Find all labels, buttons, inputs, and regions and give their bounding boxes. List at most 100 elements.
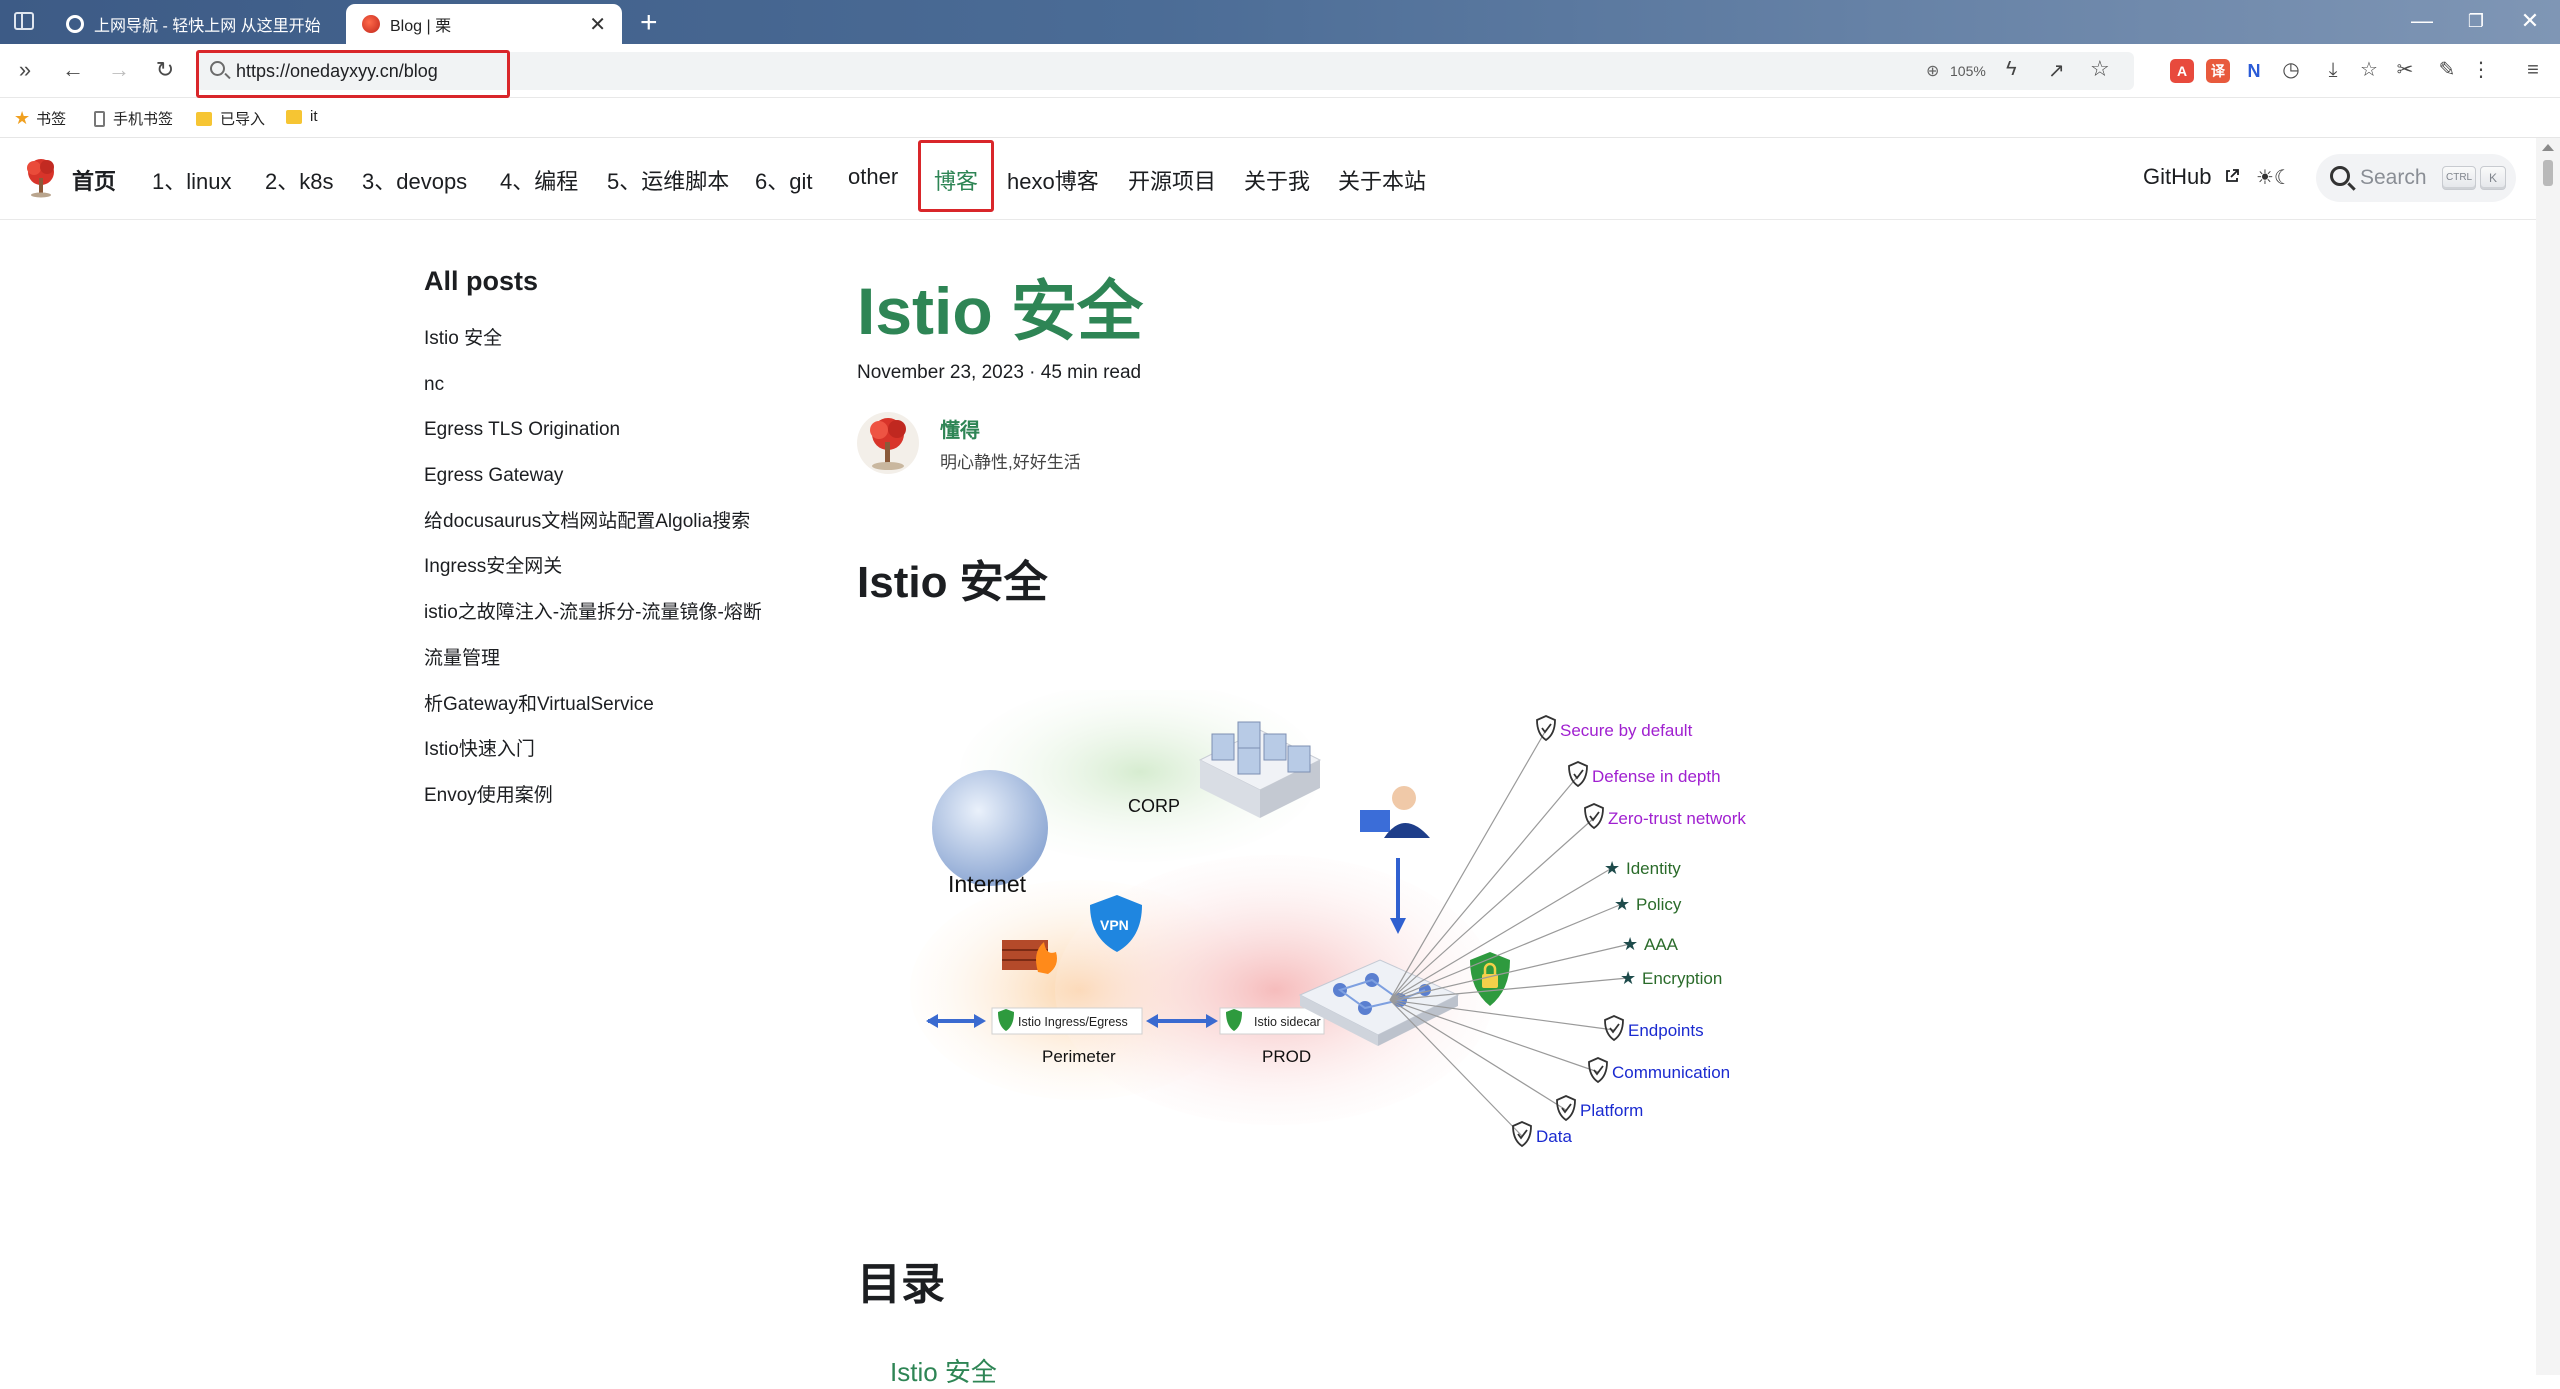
diagram-feature-label: Communication — [1612, 1063, 1730, 1082]
post-link[interactable]: Ingress安全网关 — [424, 554, 762, 600]
n-extension-icon[interactable]: N — [2242, 59, 2266, 83]
translate-extension-icon[interactable]: 译 — [2206, 59, 2230, 83]
share-icon[interactable]: ↗ — [2048, 58, 2065, 83]
nav-item-linux[interactable]: 1、linux — [152, 164, 231, 196]
search-button[interactable]: Search CTRL K — [2316, 154, 2516, 202]
post-link[interactable]: 给docusaurus文档网站配置Algolia搜索 — [424, 509, 762, 555]
history-icon[interactable]: ◷ — [2276, 56, 2306, 84]
author-bio: 明心静性,好好生活 — [940, 453, 1081, 472]
favorites-icon[interactable]: ☆ — [2354, 56, 2384, 84]
back-icon[interactable]: ← — [58, 56, 88, 84]
search-icon — [2330, 166, 2350, 186]
search-placeholder: Search — [2360, 166, 2427, 189]
browser-tab-bar: 上网导航 - 轻快上网 从这里开始 Blog | 栗 ✕ + — ❐ ✕ — [0, 0, 2560, 44]
post-link[interactable]: 析Gateway和VirtualService — [424, 692, 762, 738]
nav-item-other[interactable]: other — [848, 164, 898, 190]
section-heading: Istio 安全 — [857, 558, 1048, 607]
github-link[interactable]: GitHub — [2143, 164, 2211, 190]
post-title[interactable]: Istio 安全 — [857, 258, 1143, 354]
nav-item-ops-scripts[interactable]: 5、运维脚本 — [607, 164, 729, 196]
post-meta: November 23, 2023 · 45 min read — [857, 362, 1142, 383]
principle-check-icon — [1536, 715, 1556, 742]
page-scrollbar[interactable] — [2536, 138, 2560, 1375]
browser-tab-inactive[interactable]: 上网导航 - 轻快上网 从这里开始 — [50, 4, 344, 44]
post-link[interactable]: Envoy使用案例 — [424, 783, 762, 829]
tab-title: 上网导航 - 轻快上网 从这里开始 — [94, 18, 321, 35]
nav-item-open-source[interactable]: 开源项目 — [1128, 164, 1216, 196]
diagram-feature-label: Policy — [1636, 895, 1682, 914]
diagram-feature-label: Data — [1536, 1127, 1572, 1146]
menu-icon[interactable]: ≡ — [2518, 56, 2548, 84]
nav-item-about-site[interactable]: 关于本站 — [1338, 164, 1426, 196]
bookmark-label: 书签 — [36, 111, 67, 128]
feature-star-icon: ★ — [1620, 968, 1636, 988]
close-window-icon[interactable]: ✕ — [2510, 8, 2550, 34]
theme-toggle-icon[interactable]: ☀☾ — [2256, 165, 2292, 190]
post-link[interactable]: istio之故障注入-流量拆分-流量镜像-熔断 — [424, 600, 762, 646]
internet-globe-icon — [932, 770, 1048, 886]
brand-home-link[interactable]: 首页 — [72, 164, 116, 196]
post-link[interactable]: Egress TLS Origination — [424, 417, 762, 463]
feature-labels: Secure by default Defense in depth Zero-tr… — [1512, 715, 1746, 1148]
post-list: Istio 安全 nc Egress TLS Origination Egres… — [424, 326, 762, 829]
sidecar-label: Istio sidecar — [1254, 1015, 1321, 1029]
author-avatar[interactable] — [857, 412, 919, 474]
reload-icon[interactable]: ↻ — [150, 56, 180, 84]
nav-item-hexo-blog[interactable]: hexo博客 — [1007, 164, 1099, 196]
browser-tab-active[interactable]: Blog | 栗 ✕ — [346, 4, 622, 44]
post-link[interactable]: Istio快速入门 — [424, 737, 762, 783]
pdf-extension-icon[interactable]: A — [2170, 59, 2194, 83]
nav-item-about-me[interactable]: 关于我 — [1244, 164, 1310, 196]
bookmark-item[interactable]: ★ 书签 — [14, 108, 66, 129]
nav-item-devops[interactable]: 3、devops — [362, 164, 467, 196]
zoom-level[interactable]: 105% — [1950, 63, 1986, 79]
sidebar-toggle-icon[interactable] — [14, 12, 34, 30]
site-logo-icon[interactable] — [20, 156, 62, 198]
tab-favicon-icon — [362, 15, 380, 33]
lightning-icon[interactable]: ϟ — [2006, 58, 2017, 81]
nav-item-git[interactable]: 6、git — [755, 164, 812, 196]
folder-icon — [286, 109, 302, 124]
nav-item-programming[interactable]: 4、编程 — [500, 164, 578, 196]
bookmark-star-icon[interactable]: ☆ — [2090, 56, 2110, 82]
scope-shield-icon — [1604, 1015, 1624, 1042]
post-link[interactable]: nc — [424, 372, 762, 418]
post-link[interactable]: 流量管理 — [424, 646, 762, 692]
bookmark-item[interactable]: 手机书签 — [94, 108, 173, 129]
zone-label-corp: CORP — [1128, 796, 1180, 816]
diagram-feature-label: Identity — [1626, 859, 1681, 878]
folder-icon — [196, 111, 212, 126]
diagram-feature-label: Platform — [1580, 1101, 1643, 1120]
address-highlight-box — [196, 50, 510, 98]
forward-icon[interactable]: → — [104, 56, 134, 84]
tab-title: Blog | 栗 — [390, 18, 452, 35]
diagram-feature-label: Encryption — [1642, 969, 1722, 988]
post-link[interactable]: Egress Gateway — [424, 463, 762, 509]
bookmark-label: 已导入 — [220, 111, 266, 128]
minimize-icon[interactable]: — — [2402, 8, 2442, 34]
restore-icon[interactable]: ❐ — [2456, 11, 2496, 32]
bookmark-item[interactable]: it — [286, 108, 318, 125]
download-icon[interactable]: ⤓ — [2318, 56, 2348, 84]
bookmark-label: 手机书签 — [113, 111, 174, 128]
post-link[interactable]: Istio 安全 — [424, 326, 762, 372]
scrollbar-thumb[interactable] — [2543, 160, 2553, 186]
author-name-link[interactable]: 懂得 — [940, 414, 980, 443]
scroll-up-icon[interactable] — [2542, 144, 2554, 151]
bookmark-item[interactable]: 已导入 — [196, 108, 265, 129]
pen-icon[interactable]: ✎ — [2432, 56, 2462, 84]
tab-close-icon[interactable]: ✕ — [589, 12, 606, 37]
zone-label-internet: Internet — [948, 871, 1027, 897]
vpn-label: VPN — [1100, 917, 1129, 933]
istio-security-diagram: Internet CORP VPN Istio Ingress/Egress P… — [910, 690, 1746, 1148]
new-tab-icon[interactable]: + — [640, 6, 658, 40]
gateway-label: Istio Ingress/Egress — [1018, 1015, 1128, 1029]
expand-icon[interactable]: » — [10, 56, 40, 84]
more-icon[interactable]: ⋮ — [2466, 56, 2496, 84]
feature-star-icon: ★ — [1614, 894, 1630, 914]
nav-item-k8s[interactable]: 2、k8s — [265, 164, 333, 196]
diagram-feature-label: Endpoints — [1628, 1021, 1704, 1040]
kbd-k: K — [2480, 166, 2506, 190]
scissors-icon[interactable]: ✂ — [2390, 56, 2420, 84]
toc-link[interactable]: Istio 安全 — [890, 1352, 997, 1389]
